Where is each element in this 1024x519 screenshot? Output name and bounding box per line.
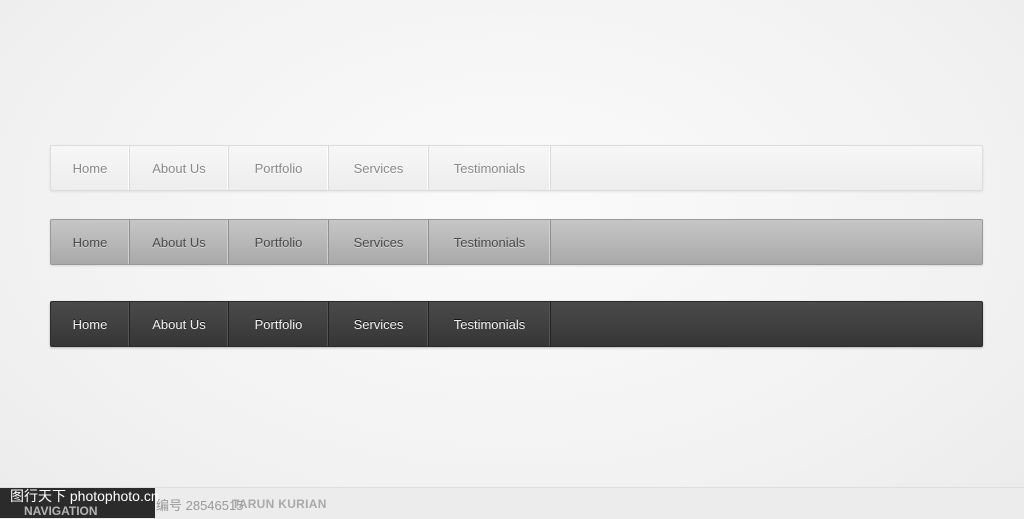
nav-bar-gray: Home About Us Portfolio Services Testimo… xyxy=(50,219,983,265)
nav-item-home[interactable]: Home xyxy=(51,302,130,346)
nav-item-about-us[interactable]: About Us xyxy=(130,220,229,264)
nav-item-services[interactable]: Services xyxy=(329,220,429,264)
nav-bar-light: Home About Us Portfolio Services Testimo… xyxy=(50,145,983,191)
nav-item-home[interactable]: Home xyxy=(51,220,130,264)
nav-item-portfolio[interactable]: Portfolio xyxy=(229,220,329,264)
nav-item-about-us[interactable]: About Us xyxy=(130,146,229,190)
nav-item-testimonials[interactable]: Testimonials xyxy=(429,302,551,346)
nav-bar-dark: Home About Us Portfolio Services Testimo… xyxy=(50,301,983,347)
nav-item-services[interactable]: Services xyxy=(329,302,429,346)
nav-item-home[interactable]: Home xyxy=(51,146,130,190)
watermark-site: 图行天下 photophoto.cn xyxy=(10,488,159,504)
nav-item-about-us[interactable]: About Us xyxy=(130,302,229,346)
footer-author: TARUN KURIAN xyxy=(232,497,327,511)
footer-title: NAVIGATION xyxy=(24,504,98,518)
nav-item-testimonials[interactable]: Testimonials xyxy=(429,220,551,264)
watermark-id: 编号 28546515 xyxy=(156,498,244,513)
nav-item-testimonials[interactable]: Testimonials xyxy=(429,146,551,190)
nav-item-portfolio[interactable]: Portfolio xyxy=(229,146,329,190)
nav-item-portfolio[interactable]: Portfolio xyxy=(229,302,329,346)
nav-item-services[interactable]: Services xyxy=(329,146,429,190)
